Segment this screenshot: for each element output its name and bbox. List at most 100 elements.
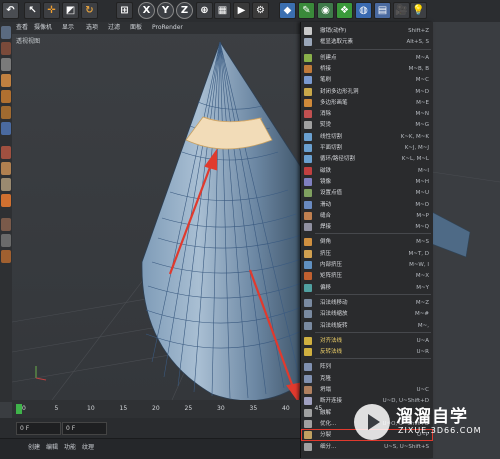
menu-item[interactable]: 克隆 <box>301 373 433 385</box>
menu-item[interactable]: 框显选取元素 Alt+S, S <box>301 36 433 48</box>
subdivision-icon[interactable]: ◉ <box>317 2 334 19</box>
scale-icon[interactable]: ◩ <box>62 2 79 19</box>
menu-item[interactable]: 桥接 M~B, B <box>301 63 433 75</box>
cube-icon[interactable]: ◆ <box>279 2 296 19</box>
menu-item[interactable]: 挤压 M~T, D <box>301 248 433 260</box>
timeline[interactable]: 0 5 10 15 20 25 30 35 40 45 <box>12 400 322 418</box>
array-icon[interactable]: ❖ <box>336 2 353 19</box>
menu-item-shortcut: K~K, M~K <box>400 133 429 140</box>
menu-item[interactable]: 磁铁 M~I <box>301 165 433 177</box>
render-settings-icon[interactable]: ⚙ <box>252 2 269 19</box>
model-mode-icon[interactable] <box>1 26 11 39</box>
menu-item-label: 内部挤压 <box>320 262 343 268</box>
perspective-viewport[interactable] <box>12 22 304 400</box>
lock-icon[interactable] <box>1 218 11 231</box>
menu-item[interactable]: 对齐法线 U~A <box>301 335 433 347</box>
menu-item[interactable]: 沿法线缩放 M~# <box>301 308 433 320</box>
tab-create[interactable]: 创建 <box>28 442 40 451</box>
menu-item-shortcut: M~O <box>415 201 429 208</box>
viewport-menu-camera[interactable]: 摄像机 <box>34 22 52 34</box>
menu-item[interactable]: 阵列 <box>301 361 433 373</box>
menu-item[interactable]: 封闭多边形孔洞 M~D <box>301 86 433 98</box>
rotate-icon[interactable]: ↻ <box>81 2 98 19</box>
menu-item[interactable]: 坍塌 U~C <box>301 384 433 396</box>
select-cursor-icon[interactable]: ↖ <box>24 2 41 19</box>
coordinate-icon[interactable]: ⊞ <box>116 2 133 19</box>
menu-item[interactable]: 焊接 M~Q <box>301 221 433 233</box>
viewport-menu-prorender[interactable]: ProRender <box>152 22 183 34</box>
menu-item-shortcut: M~W, I <box>409 262 429 268</box>
menu-item-icon <box>304 177 312 186</box>
menu-item[interactable]: 撤销(动作) Shift+Z <box>301 25 433 37</box>
grid-icon[interactable] <box>1 234 11 247</box>
menu-item[interactable]: 笔刷 M~C <box>301 74 433 86</box>
pen-icon[interactable]: ✎ <box>298 2 315 19</box>
y-axis-button[interactable]: Y <box>157 2 174 19</box>
menu-item-shortcut: U~R <box>416 349 429 356</box>
menu-item-label: 多边形画笔 <box>320 99 348 106</box>
undo-icon[interactable]: ↶ <box>2 2 19 19</box>
axis-mode-icon[interactable] <box>1 146 11 159</box>
menu-item[interactable]: 循环/路径切割 K~L, M~L <box>301 153 433 165</box>
viewport-menu-options[interactable]: 选项 <box>86 22 98 34</box>
world-coords-icon[interactable]: ⊕ <box>196 2 213 19</box>
light-icon[interactable]: 💡 <box>410 2 427 19</box>
menu-item[interactable]: 缝合 M~P <box>301 210 433 222</box>
workplane-icon[interactable] <box>1 74 11 87</box>
menu-item[interactable]: 创建点 M~A <box>301 52 433 64</box>
timeline-tick-label: 30 <box>217 405 225 412</box>
menu-item-label: 熨烫 <box>320 122 332 129</box>
menu-item[interactable]: 消除 M~N <box>301 108 433 120</box>
viewport-menu-filter[interactable]: 过滤 <box>108 22 120 34</box>
menu-item[interactable]: 沿法线旋转 M~, <box>301 320 433 332</box>
tweak-icon[interactable] <box>1 162 11 175</box>
points-mode-icon[interactable] <box>1 90 11 103</box>
render-region-icon[interactable]: ▦ <box>214 2 231 19</box>
render-view-icon[interactable]: ▶ <box>233 2 250 19</box>
camera-icon[interactable]: 🎥 <box>393 2 410 19</box>
viewport-menu-view[interactable]: 查看 <box>16 22 28 34</box>
menu-item[interactable]: 偏移 M~Y <box>301 282 433 294</box>
menu-separator <box>315 233 431 235</box>
menu-item-label: 沿法线旋转 <box>320 322 348 329</box>
move-icon[interactable]: ✛ <box>43 2 60 19</box>
floor-icon[interactable]: ▤ <box>374 2 391 19</box>
menu-item[interactable]: 平面切割 K~J, M~J <box>301 142 433 154</box>
menu-item[interactable]: 反转法线 U~R <box>301 346 433 358</box>
viewport-menu-display[interactable]: 显示 <box>62 22 74 34</box>
menu-item[interactable]: 内部挤压 M~W, I <box>301 259 433 271</box>
menu-item[interactable]: 多边形画笔 M~E <box>301 97 433 109</box>
x-axis-button[interactable]: X <box>138 2 155 19</box>
menu-item[interactable]: 矩阵挤压 M~X <box>301 270 433 282</box>
polygons-mode-icon[interactable] <box>1 122 11 135</box>
edges-mode-icon[interactable] <box>1 106 11 119</box>
viewport-menu-panel[interactable]: 面板 <box>130 22 142 34</box>
menu-item[interactable]: 滑动 M~O <box>301 199 433 211</box>
tab-texture[interactable]: 纹理 <box>82 442 94 451</box>
menu-item[interactable]: 倒角 M~S <box>301 236 433 248</box>
deformer-icon[interactable]: ◍ <box>355 2 372 19</box>
menu-item-shortcut: M~S <box>416 239 429 246</box>
menu-item[interactable]: 沿法线移动 M~Z <box>301 297 433 309</box>
tab-function[interactable]: 功能 <box>64 442 76 451</box>
menu-item[interactable]: 镜像 M~H <box>301 176 433 188</box>
start-frame-field[interactable]: 0 F <box>16 422 61 435</box>
bottom-tabs: 创建 编辑 功能 纹理 <box>0 438 300 459</box>
menu-item-label: 缝合 <box>320 212 332 219</box>
menu-item-shortcut: M~, <box>417 322 429 329</box>
solo-icon[interactable] <box>1 178 11 191</box>
menu-item-icon <box>304 132 312 141</box>
menu-item[interactable]: 设置点值 M~U <box>301 187 433 199</box>
snap-icon[interactable] <box>1 194 11 207</box>
tab-edit[interactable]: 编辑 <box>46 442 58 451</box>
axis-gizmo <box>35 366 47 381</box>
sculpt-icon[interactable] <box>1 250 11 263</box>
menu-item-label: 沿法线移动 <box>320 299 348 306</box>
menu-item[interactable]: 熨烫 M~G <box>301 119 433 131</box>
checker-icon[interactable] <box>1 58 11 71</box>
menu-item[interactable]: 线性切割 K~K, M~K <box>301 131 433 143</box>
texture-mode-icon[interactable] <box>1 42 11 55</box>
z-axis-button[interactable]: Z <box>176 2 193 19</box>
menu-item-label: 沿法线缩放 <box>320 311 348 318</box>
current-frame-field[interactable]: 0 F <box>62 422 107 435</box>
